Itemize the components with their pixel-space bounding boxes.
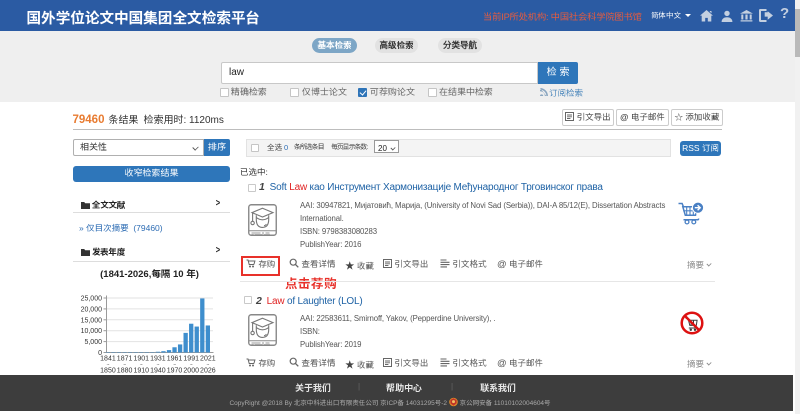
svg-text:1910: 1910 xyxy=(133,368,149,374)
svg-text:1940: 1940 xyxy=(150,368,166,374)
svg-text:1880: 1880 xyxy=(117,368,133,374)
svg-text:25,000: 25,000 xyxy=(81,296,103,303)
svg-text:2000: 2000 xyxy=(183,368,199,374)
svg-text:1850: 1850 xyxy=(100,368,116,374)
svg-text:20,000: 20,000 xyxy=(81,306,103,313)
svg-text:10,000: 10,000 xyxy=(81,328,103,335)
svg-text:1970: 1970 xyxy=(167,368,183,374)
svg-text:2026: 2026 xyxy=(200,368,216,374)
svg-text:15,000: 15,000 xyxy=(81,317,103,324)
svg-text:5,000: 5,000 xyxy=(84,339,102,346)
